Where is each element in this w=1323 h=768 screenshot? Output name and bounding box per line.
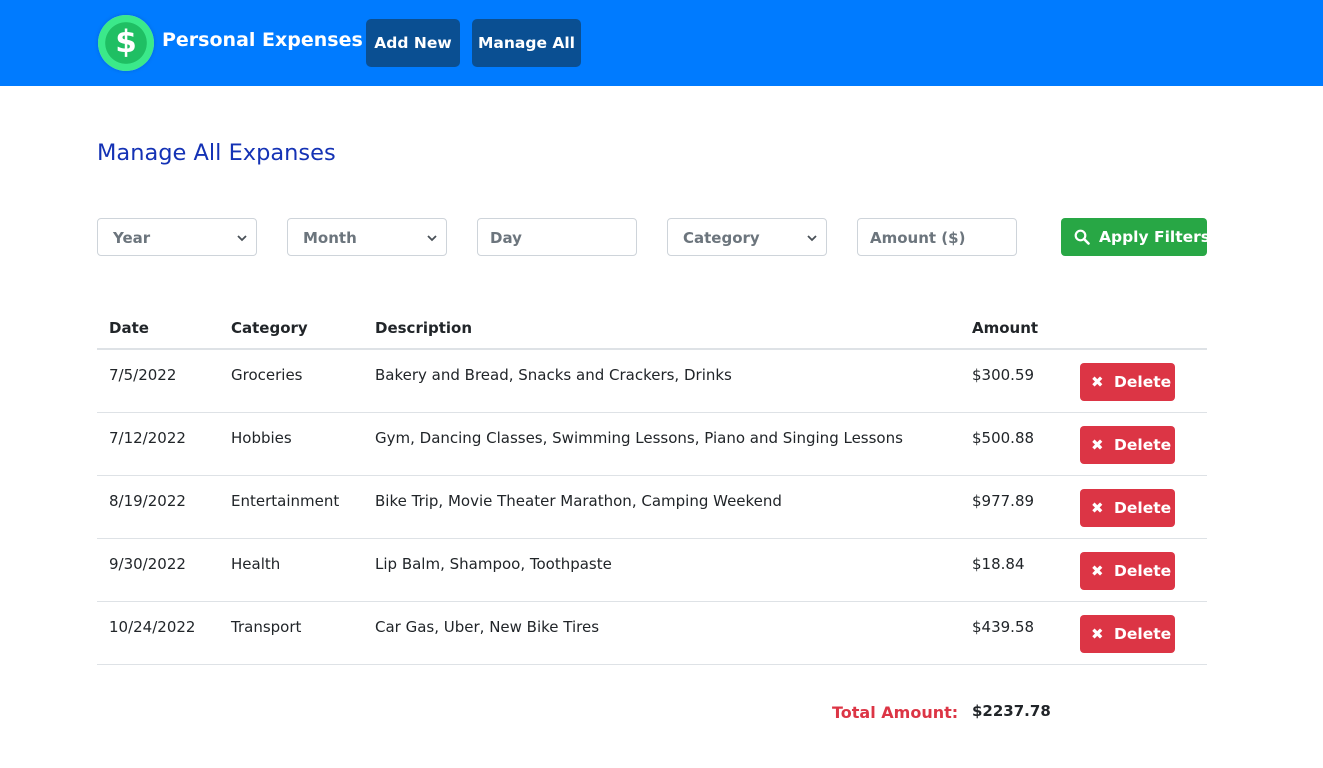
row-description: Gym, Dancing Classes, Swimming Lessons, …	[375, 429, 903, 447]
row-amount: $18.84	[972, 555, 1025, 573]
table-row: 10/24/2022 Transport Car Gas, Uber, New …	[97, 602, 1207, 665]
table-row: 7/5/2022 Groceries Bakery and Bread, Sna…	[97, 350, 1207, 413]
manage-all-button[interactable]: Manage All	[472, 19, 581, 67]
row-amount: $500.88	[972, 429, 1035, 447]
dollar-logo-icon[interactable]: $	[98, 15, 154, 71]
category-select[interactable]: Category	[667, 218, 827, 256]
total-amount-value: $2237.78	[972, 702, 1051, 720]
apply-filters-label: Apply Filters	[1099, 228, 1211, 246]
row-description: Bakery and Bread, Snacks and Crackers, D…	[375, 366, 732, 384]
day-input[interactable]	[490, 220, 620, 256]
search-icon	[1074, 229, 1090, 245]
chevron-down-icon	[237, 235, 247, 242]
header-amount: Amount	[972, 319, 1039, 337]
row-category: Entertainment	[231, 492, 340, 510]
row-category: Transport	[231, 618, 302, 636]
row-description: Bike Trip, Movie Theater Marathon, Campi…	[375, 492, 782, 510]
add-new-button[interactable]: Add New	[366, 19, 460, 67]
month-select-label: Month	[303, 229, 357, 247]
amount-input-wrapper	[857, 218, 1017, 256]
header-description: Description	[375, 319, 473, 337]
page-title: Manage All Expanses	[97, 140, 336, 166]
delete-button[interactable]: ✖ Delete	[1080, 489, 1175, 527]
delete-label: Delete	[1114, 499, 1172, 517]
row-amount: $300.59	[972, 366, 1035, 384]
close-icon: ✖	[1091, 499, 1104, 517]
row-description: Car Gas, Uber, New Bike Tires	[375, 618, 600, 636]
close-icon: ✖	[1091, 562, 1104, 580]
close-icon: ✖	[1091, 625, 1104, 643]
row-date: 9/30/2022	[109, 555, 186, 573]
day-input-wrapper	[477, 218, 637, 256]
brand-name[interactable]: Personal Expenses	[162, 29, 363, 51]
delete-label: Delete	[1114, 436, 1172, 454]
row-category: Groceries	[231, 366, 303, 384]
delete-label: Delete	[1114, 625, 1172, 643]
row-category: Health	[231, 555, 281, 573]
year-select[interactable]: Year	[97, 218, 257, 256]
chevron-down-icon	[807, 235, 817, 242]
close-icon: ✖	[1091, 373, 1104, 391]
total-amount-label: Total Amount:	[832, 703, 959, 722]
row-date: 7/5/2022	[109, 366, 177, 384]
row-date: 10/24/2022	[109, 618, 196, 636]
month-select[interactable]: Month	[287, 218, 447, 256]
delete-label: Delete	[1114, 562, 1172, 580]
apply-filters-button[interactable]: Apply Filters	[1061, 218, 1211, 256]
row-amount: $439.58	[972, 618, 1035, 636]
year-select-label: Year	[113, 229, 151, 247]
delete-button[interactable]: ✖ Delete	[1080, 363, 1175, 401]
table-row: 8/19/2022 Entertainment Bike Trip, Movie…	[97, 476, 1207, 539]
category-select-label: Category	[683, 229, 760, 247]
row-category: Hobbies	[231, 429, 292, 447]
row-description: Lip Balm, Shampoo, Toothpaste	[375, 555, 612, 573]
amount-input[interactable]	[870, 220, 1000, 256]
navbar: $ Personal Expenses Add New Manage All	[0, 0, 1323, 86]
table-row: 7/12/2022 Hobbies Gym, Dancing Classes, …	[97, 413, 1207, 476]
header-date: Date	[109, 319, 149, 337]
row-amount: $977.89	[972, 492, 1035, 510]
delete-button[interactable]: ✖ Delete	[1080, 552, 1175, 590]
row-date: 7/12/2022	[109, 429, 186, 447]
delete-label: Delete	[1114, 373, 1172, 391]
row-date: 8/19/2022	[109, 492, 186, 510]
chevron-down-icon	[427, 235, 437, 242]
table-row: 9/30/2022 Health Lip Balm, Shampoo, Toot…	[97, 539, 1207, 602]
header-category: Category	[231, 319, 308, 337]
delete-button[interactable]: ✖ Delete	[1080, 615, 1175, 653]
delete-button[interactable]: ✖ Delete	[1080, 426, 1175, 464]
close-icon: ✖	[1091, 436, 1104, 454]
